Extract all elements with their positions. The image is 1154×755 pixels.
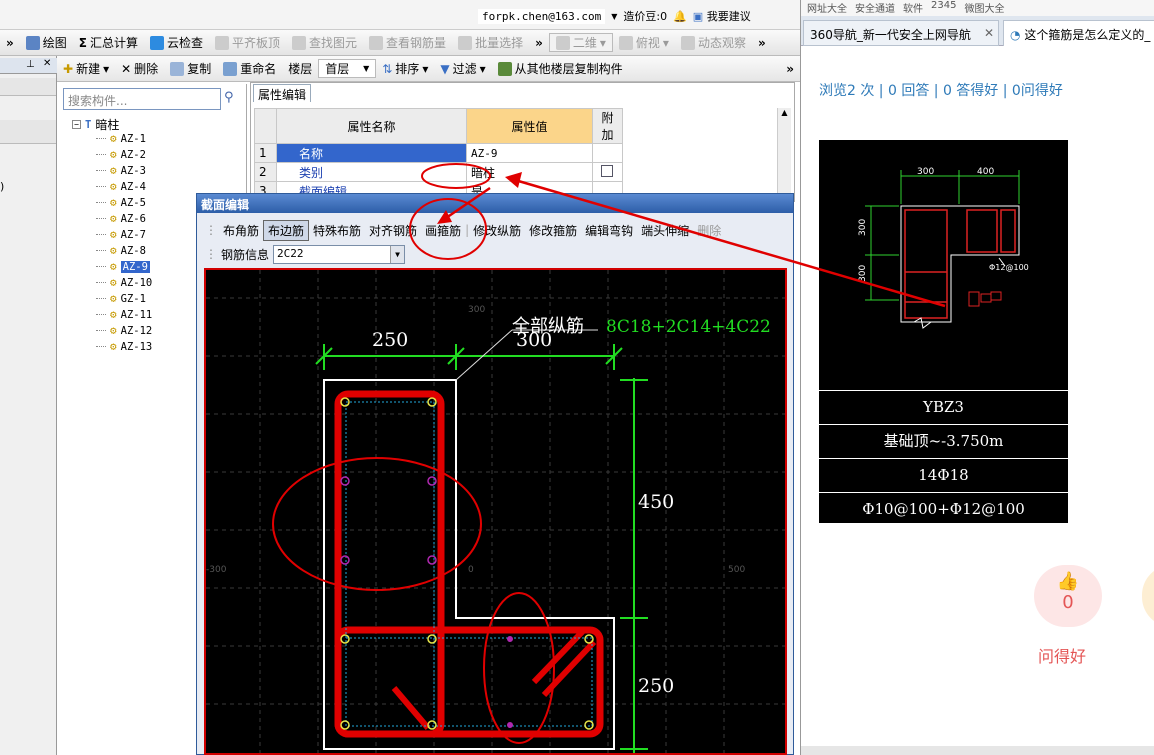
annotation-ellipse [421, 163, 491, 189]
annotation-overlay [409, 163, 946, 308]
annotation-arrow [445, 186, 491, 220]
annotation-arrow [514, 178, 946, 308]
arrow-head [437, 210, 452, 224]
annotation-ellipse [409, 198, 487, 260]
arrow-head [505, 172, 522, 188]
